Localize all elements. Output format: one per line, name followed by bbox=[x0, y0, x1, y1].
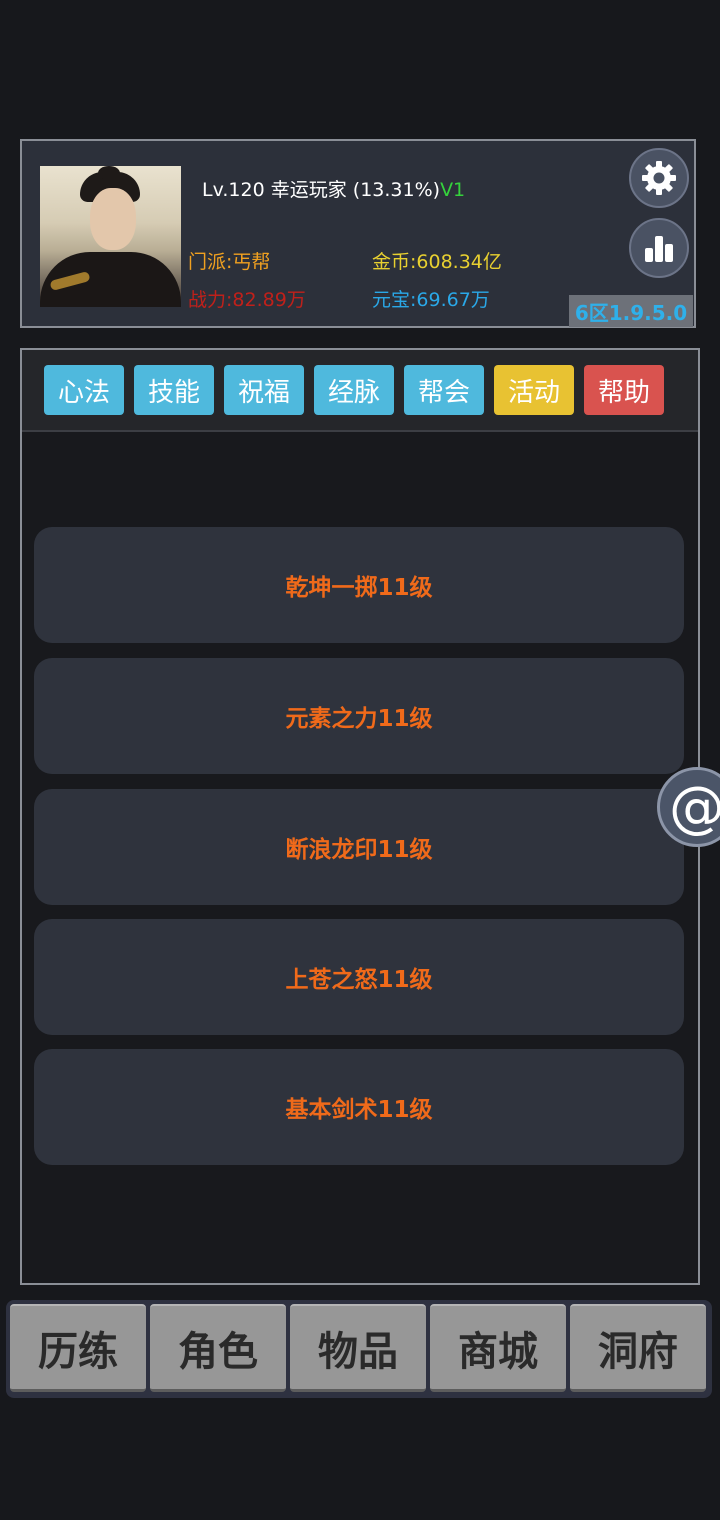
player-info-panel: Lv.120 幸运玩家 (13.31%)V1 门派:丐帮 战力:82.89万 金… bbox=[20, 139, 696, 328]
player-name: 幸运玩家 bbox=[270, 179, 347, 201]
player-sect: 门派:丐帮 bbox=[188, 251, 271, 273]
gear-icon bbox=[642, 161, 676, 195]
player-exp-percent: (13.31%) bbox=[352, 179, 441, 201]
skills-panel: 心法 技能 祝福 经脉 帮会 活动 帮助 乾坤一掷11级 元素之力11级 断浪龙… bbox=[20, 348, 700, 1285]
nav-character[interactable]: 角色 bbox=[150, 1304, 286, 1392]
tab-skills[interactable]: 技能 bbox=[134, 365, 214, 415]
player-title-line: Lv.120 幸运玩家 (13.31%)V1 bbox=[202, 175, 465, 202]
bar-chart-icon bbox=[645, 236, 673, 262]
tabs-bar: 心法 技能 祝福 经脉 帮会 活动 帮助 bbox=[22, 350, 698, 432]
ranking-button[interactable] bbox=[629, 218, 689, 278]
settings-button[interactable] bbox=[629, 148, 689, 208]
player-level: Lv.120 bbox=[202, 179, 265, 201]
tab-events[interactable]: 活动 bbox=[494, 365, 574, 415]
skill-item[interactable]: 上苍之怒11级 bbox=[34, 919, 684, 1035]
player-power: 战力:82.89万 bbox=[188, 289, 306, 311]
tab-xinfa[interactable]: 心法 bbox=[44, 365, 124, 415]
player-gold: 金币:608.34亿 bbox=[372, 251, 502, 273]
nav-items[interactable]: 物品 bbox=[290, 1304, 426, 1392]
nav-shop[interactable]: 商城 bbox=[430, 1304, 566, 1392]
vip-badge: V1 bbox=[440, 179, 466, 201]
bottom-nav: 历练 角色 物品 商城 洞府 bbox=[6, 1300, 712, 1398]
tab-guild[interactable]: 帮会 bbox=[404, 365, 484, 415]
player-avatar[interactable] bbox=[40, 166, 181, 307]
nav-training[interactable]: 历练 bbox=[10, 1304, 146, 1392]
skill-item[interactable]: 元素之力11级 bbox=[34, 658, 684, 774]
skill-item[interactable]: 断浪龙印11级 bbox=[34, 789, 684, 905]
at-icon: @ bbox=[669, 774, 720, 840]
skill-item[interactable]: 基本剑术11级 bbox=[34, 1049, 684, 1165]
tab-blessing[interactable]: 祝福 bbox=[224, 365, 304, 415]
tab-meridians[interactable]: 经脉 bbox=[314, 365, 394, 415]
tab-help[interactable]: 帮助 bbox=[584, 365, 664, 415]
server-version-badge: 6区1.9.5.0 bbox=[569, 295, 693, 327]
nav-cave[interactable]: 洞府 bbox=[570, 1304, 706, 1392]
player-ingot: 元宝:69.67万 bbox=[372, 289, 490, 311]
skill-item[interactable]: 乾坤一掷11级 bbox=[34, 527, 684, 643]
